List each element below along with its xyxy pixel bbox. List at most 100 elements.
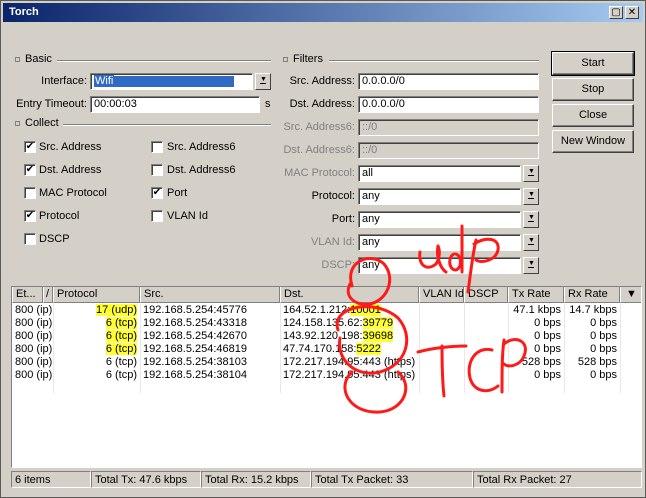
table-row[interactable]: 800 (ip) 17 (udp) 192.168.5.254:45776 16… (12, 304, 641, 317)
collect-group-title: Collect (25, 117, 59, 129)
entry-timeout-label: Entry Timeout: (16, 98, 87, 110)
mac-protocol-dropdown-icon[interactable] (523, 165, 539, 182)
collect-protocol-checkbox[interactable]: ✔ (24, 210, 36, 222)
collect-src-address6-label: Src. Address6 (167, 141, 236, 153)
title-bar: Torch ▢ ✕ (3, 3, 643, 22)
basic-group-marker (15, 57, 20, 62)
filter-protocol-label: Protocol: (311, 190, 355, 202)
status-total-rx: Total Rx: 15.2 kbps (201, 471, 311, 488)
collect-vlan-id-checkbox[interactable] (151, 210, 163, 222)
col-header-src[interactable]: Src. (140, 287, 280, 303)
cell-eth: 800 (ip) (15, 330, 53, 342)
collect-src-address-checkbox[interactable]: ✔ (24, 141, 36, 153)
cell-dst: 143.92.120.198:39698 (283, 330, 394, 342)
cell-eth: 800 (ip) (15, 356, 53, 368)
collect-port-checkbox[interactable]: ✔ (151, 187, 163, 199)
col-header-rx-rate[interactable]: Rx Rate (564, 287, 620, 303)
cell-protocol: 6 (tcp) (105, 343, 137, 355)
port-dropdown-icon[interactable] (523, 211, 539, 228)
col-header-protocol[interactable]: Protocol (53, 287, 140, 303)
collect-group-marker (15, 121, 20, 126)
filter-src-address6-label: Src. Address6: (283, 121, 355, 133)
interface-select[interactable]: Wifi (90, 73, 253, 90)
collect-mac-protocol-checkbox[interactable] (24, 187, 36, 199)
collect-dscp-checkbox[interactable] (24, 233, 36, 245)
stop-button[interactable]: Stop (552, 78, 634, 101)
new-window-button[interactable]: New Window (552, 130, 634, 153)
col-header-tx-rate[interactable]: Tx Rate (508, 287, 564, 303)
cell-tx-rate: 47.1 kbps (513, 304, 561, 316)
cell-tx-rate: 528 bps (521, 356, 561, 368)
filter-dst-address6-input: ::/0 (358, 142, 539, 159)
filter-dst-address-input[interactable]: 0.0.0.0/0 (358, 96, 539, 113)
table-row[interactable]: 800 (ip) 6 (tcp) 192.168.5.254:42670 143… (12, 330, 641, 343)
filter-dscp-label: DSCP: (321, 259, 355, 271)
start-button[interactable]: Start (551, 51, 635, 76)
cell-src: 192.168.5.254:42670 (143, 330, 247, 342)
col-header-eth[interactable]: Et... (12, 287, 43, 303)
cell-tx-rate: 0 bps (534, 330, 561, 342)
traffic-table: Et... / Protocol Src. Dst. VLAN Id DSCP … (11, 286, 642, 468)
filter-src-address-label: Src. Address: (289, 75, 355, 87)
status-total-tx-packet: Total Tx Packet: 33 (311, 471, 473, 488)
protocol-dropdown-icon[interactable] (523, 188, 539, 205)
cell-eth: 800 (ip) (15, 369, 53, 381)
cell-rx-rate: 14.7 kbps (569, 304, 617, 316)
maximize-icon[interactable]: ▢ (609, 6, 623, 19)
filter-vlan-id-label: VLAN Id: (310, 236, 355, 248)
cell-dst: 47.74.170.158:5222 (283, 343, 381, 355)
cell-protocol: 17 (udp) (96, 304, 137, 316)
collect-dscp-label: DSCP (39, 233, 70, 245)
filter-src-address6-input: ::/0 (358, 119, 539, 136)
cell-eth: 800 (ip) (15, 304, 53, 316)
filter-dst-address6-label: Dst. Address6: (283, 144, 355, 156)
col-header-dst[interactable]: Dst. (280, 287, 419, 303)
interface-dropdown-icon[interactable] (255, 73, 271, 90)
collect-mac-protocol-label: MAC Protocol (39, 187, 107, 199)
filter-dscp-select[interactable]: any (358, 257, 521, 274)
col-header-sort[interactable]: / (43, 287, 53, 303)
cell-rx-rate: 0 bps (590, 330, 617, 342)
collect-dst-address-checkbox[interactable]: ✔ (24, 164, 36, 176)
close-icon[interactable]: ✕ (625, 6, 639, 19)
cell-tx-rate: 0 bps (534, 343, 561, 355)
dscp-dropdown-icon[interactable] (523, 257, 539, 274)
collect-protocol-label: Protocol (39, 210, 80, 222)
cell-protocol: 6 (tcp) (105, 330, 137, 342)
column-menu-icon[interactable]: ▼ (620, 287, 641, 303)
entry-timeout-input[interactable]: 00:00:03 (90, 96, 260, 113)
table-row[interactable]: 800 (ip) 6 (tcp) 192.168.5.254:43318 124… (12, 317, 641, 330)
collect-src-address6-checkbox[interactable] (151, 141, 163, 153)
cell-dst: 124.158.135.62:39779 (283, 317, 394, 329)
vlan-id-dropdown-icon[interactable] (523, 234, 539, 251)
status-items: 6 items (11, 471, 91, 488)
col-header-vlan-id[interactable]: VLAN Id (419, 287, 464, 303)
collect-dst-address6-checkbox[interactable] (151, 164, 163, 176)
table-row[interactable]: 800 (ip) 6 (tcp) 192.168.5.254:38104 172… (12, 369, 641, 382)
cell-rx-rate: 0 bps (590, 343, 617, 355)
filter-mac-protocol-select[interactable]: all (358, 165, 521, 182)
cell-protocol: 6 (tcp) (105, 369, 137, 381)
table-row[interactable]: 800 (ip) 6 (tcp) 192.168.5.254:38103 172… (12, 356, 641, 369)
filter-src-address-input[interactable]: 0.0.0.0/0 (358, 73, 539, 90)
collect-dst-address6-label: Dst. Address6 (167, 164, 236, 176)
col-header-dscp[interactable]: DSCP (464, 287, 508, 303)
cell-dst: 172.217.194.95:443 (https) (283, 356, 416, 368)
status-total-rx-packet: Total Rx Packet: 27 (473, 471, 642, 488)
table-row[interactable]: 800 (ip) 6 (tcp) 192.168.5.254:46819 47.… (12, 343, 641, 356)
cell-dst: 164.52.1.212:10001 (283, 304, 381, 316)
collect-vlan-id-label: VLAN Id (167, 210, 208, 222)
cell-rx-rate: 0 bps (590, 369, 617, 381)
cell-rx-rate: 0 bps (590, 317, 617, 329)
filter-port-select[interactable]: any (358, 211, 521, 228)
status-total-tx: Total Tx: 47.6 kbps (91, 471, 201, 488)
filter-vlan-id-select[interactable]: any (358, 234, 521, 251)
cell-src: 192.168.5.254:43318 (143, 317, 247, 329)
filter-mac-protocol-label: MAC Protocol: (284, 167, 355, 179)
timeout-unit: s (265, 98, 271, 110)
filter-protocol-select[interactable]: any (358, 188, 521, 205)
basic-group-title: Basic (25, 53, 52, 65)
filters-group-divider (329, 60, 539, 62)
close-button[interactable]: Close (552, 104, 634, 127)
cell-eth: 800 (ip) (15, 317, 53, 329)
